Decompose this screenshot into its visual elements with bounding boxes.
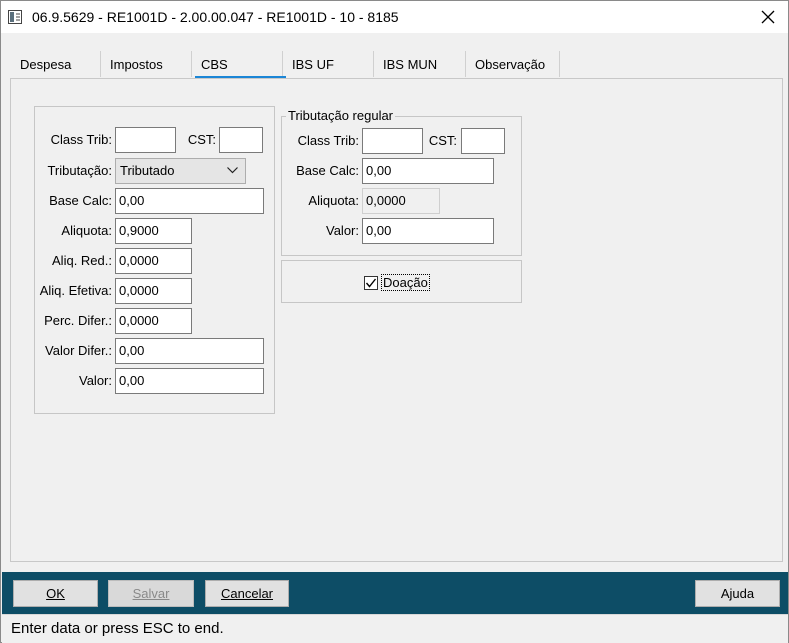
tab-divider [559,51,560,77]
regular-class-trib-label: Class Trib: [297,133,359,148]
tab-divider [282,51,283,77]
tab-divider [465,51,466,77]
status-bar: Enter data or press ESC to end. [2,614,788,643]
regular-base-calc-field[interactable]: 0,00 [362,158,494,184]
regular-cst-field[interactable] [461,128,505,154]
tab-divider [373,51,374,77]
aliq-efetiva-field[interactable]: 0,0000 [115,278,192,304]
class-trib-field[interactable] [115,127,176,153]
aliq-red-field[interactable]: 0,0000 [115,248,192,274]
tab-ibs-mun[interactable]: IBS MUN [374,49,446,79]
base-calc-label: Base Calc: [49,193,112,208]
aliquota-label: Aliquota: [61,223,112,238]
tab-strip: Despesa Impostos CBS IBS UF IBS MUN Obse… [11,49,561,79]
perc-difer-field[interactable]: 0,0000 [115,308,192,334]
aliquota-field[interactable]: 0,9000 [115,218,192,244]
cst-label: CST: [187,132,216,147]
ajuda-button-label: Ajuda [720,586,755,601]
regular-cst-label: CST: [428,133,457,148]
salvar-button[interactable]: Salvar [108,580,194,607]
aliq-red-label: Aliq. Red.: [52,253,112,268]
regular-aliquota-field: 0,0000 [362,188,440,214]
salvar-button-label: Salvar [132,586,170,601]
class-trib-label: Class Trib: [50,132,112,147]
tab-cbs[interactable]: CBS [192,49,237,79]
cst-field[interactable] [219,127,263,153]
ok-button[interactable]: OK [13,580,98,607]
title-bar: 06.9.5629 - RE1001D - 2.00.00.047 - RE10… [1,1,788,33]
tributacao-label: Tributação: [47,163,112,178]
checkmark-icon [365,278,377,288]
button-bar: OK Salvar Cancelar Ajuda [2,572,788,614]
doacao-checkbox[interactable] [364,275,378,290]
chevron-down-icon [227,167,238,174]
window-title: 06.9.5629 - RE1001D - 2.00.00.047 - RE10… [32,9,399,25]
close-button[interactable] [748,1,788,33]
tab-observacao[interactable]: Observação [466,49,554,79]
tab-ibs-uf[interactable]: IBS UF [283,49,343,79]
tributacao-regular-title: Tributação regular [286,108,396,123]
cancelar-button-label: Cancelar [220,586,274,601]
ajuda-button[interactable]: Ajuda [695,580,780,607]
tab-despesa[interactable]: Despesa [11,49,80,79]
ok-button-label: OK [46,586,65,601]
tab-divider [191,51,192,77]
tab-impostos[interactable]: Impostos [101,49,172,79]
tributacao-select[interactable]: Tributado [115,158,246,184]
perc-difer-label: Perc. Difer.: [44,313,112,328]
close-icon [761,10,775,24]
window-app-icon [8,10,22,24]
tributacao-selected-value: Tributado [120,163,175,178]
status-message: Enter data or press ESC to end. [11,620,224,637]
regular-base-calc-label: Base Calc: [296,163,359,178]
regular-valor-label: Valor: [326,223,359,238]
valor-label: Valor: [79,373,112,388]
regular-class-trib-field[interactable] [362,128,423,154]
doacao-label[interactable]: Doação [381,274,430,291]
doacao-checkbox-row[interactable]: Doação [364,274,430,291]
cancelar-button[interactable]: Cancelar [205,580,289,607]
valor-difer-field[interactable]: 0,00 [115,338,264,364]
aliq-efetiva-label: Aliq. Efetiva: [39,283,112,298]
regular-aliquota-label: Aliquota: [308,193,359,208]
base-calc-field[interactable]: 0,00 [115,188,264,214]
tab-divider [100,51,101,77]
regular-valor-field[interactable]: 0,00 [362,218,494,244]
valor-field[interactable]: 0,00 [115,368,264,394]
dialog-window: 06.9.5629 - RE1001D - 2.00.00.047 - RE10… [0,0,789,643]
valor-difer-label: Valor Difer.: [45,343,112,358]
